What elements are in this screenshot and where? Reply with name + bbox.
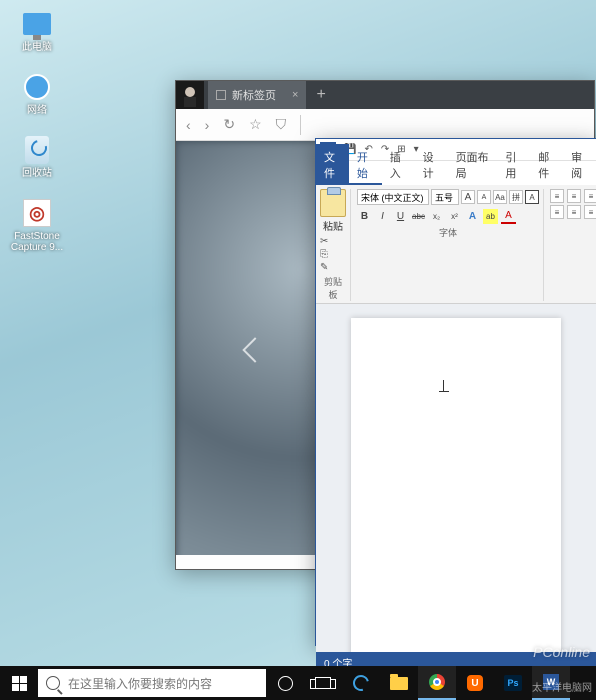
word-window[interactable]: W 💾 ↶ ↷ ⊞ ▾ 文件 开始 插入 设计 页面布局 引用 邮件 审阅 粘贴 [315, 138, 596, 646]
ribbon-group-font: 宋体 (中文正文) 五号 A A Aa 拼 A B I U abc x₂ [357, 189, 544, 301]
underline-button[interactable]: U [393, 209, 408, 224]
italic-button[interactable]: I [375, 209, 390, 224]
paste-label: 粘贴 [323, 218, 343, 233]
browser-toolbar: ‹ › ↻ ☆ ⛉ [176, 109, 594, 141]
edge-icon [350, 672, 372, 694]
group-label-font: 字体 [439, 226, 457, 239]
forward-button[interactable]: › [205, 117, 210, 133]
tab-review[interactable]: 审阅 [563, 144, 596, 185]
format-painter-button[interactable]: ✎ [320, 262, 328, 273]
cortana-button[interactable] [266, 666, 304, 700]
phonetic-guide-button[interactable]: 拼 [509, 190, 523, 204]
ribbon: 粘贴 ✂ ⎘ ✎ 剪贴板 宋体 (中文正文) 五号 A A [316, 185, 596, 304]
text-effects-button[interactable]: A [465, 209, 480, 224]
document-area[interactable] [316, 304, 596, 652]
tab-references[interactable]: 引用 [497, 144, 530, 185]
start-button[interactable] [0, 666, 38, 700]
browser-tabstrip: 新标签页 × + [176, 81, 594, 109]
desktop-icon-label: 回收站 [22, 168, 52, 179]
pc-icon [23, 13, 51, 35]
taskbar: 在这里输入你要搜索的内容 U Ps W 太平洋电脑网 [0, 666, 596, 700]
multilevel-list-button[interactable]: ≡ [584, 189, 596, 203]
ribbon-group-clipboard: 粘贴 ✂ ⎘ ✎ 剪贴板 [320, 189, 351, 301]
strikethrough-button[interactable]: abc [411, 209, 426, 224]
desktop-icons: 此电脑 网络 回收站 ◎ FastStone Capture 9... [10, 8, 64, 253]
tab-file[interactable]: 文件 [316, 144, 349, 185]
uc-browser-icon: U [467, 675, 483, 691]
numbering-button[interactable]: ≡ [567, 189, 581, 203]
tab-layout[interactable]: 页面布局 [448, 144, 498, 185]
change-case-button[interactable]: Aa [493, 190, 507, 204]
font-name-select[interactable]: 宋体 (中文正文) [357, 189, 429, 205]
subscript-button[interactable]: x₂ [429, 209, 444, 224]
new-tab-button[interactable]: + [306, 86, 335, 104]
desktop-icon-label: FastStone Capture 9... [10, 231, 64, 253]
text-cursor [439, 380, 449, 392]
desktop-icon-network[interactable]: 网络 [10, 71, 64, 116]
desktop-icon-label: 此电脑 [22, 42, 52, 53]
chrome-icon [429, 674, 445, 690]
highlight-button[interactable]: ab [483, 209, 498, 224]
profile-avatar[interactable] [176, 81, 204, 109]
task-view-button[interactable] [304, 666, 342, 700]
network-icon [24, 74, 50, 100]
faststone-icon: ◎ [23, 199, 51, 227]
align-left-button[interactable]: ≡ [550, 205, 564, 219]
cortana-icon [278, 676, 293, 691]
back-button[interactable]: ‹ [186, 117, 191, 133]
shield-icon[interactable]: ⛉ [276, 116, 287, 133]
desktop-icon-this-pc[interactable]: 此电脑 [10, 8, 64, 53]
paste-button[interactable]: 粘贴 [320, 189, 346, 233]
char-border-button[interactable]: A [525, 190, 539, 204]
desktop-icon-faststone[interactable]: ◎ FastStone Capture 9... [10, 197, 64, 253]
tab-title: 新标签页 [232, 87, 276, 103]
carousel-prev-icon[interactable] [246, 341, 274, 369]
grow-font-button[interactable]: A [461, 190, 475, 204]
tab-home[interactable]: 开始 [349, 144, 382, 185]
tab-mailings[interactable]: 邮件 [530, 144, 563, 185]
search-placeholder: 在这里输入你要搜索的内容 [68, 675, 212, 692]
address-bar[interactable] [300, 115, 584, 135]
bold-button[interactable]: B [357, 209, 372, 224]
document-page[interactable] [351, 318, 561, 652]
windows-logo-icon [12, 676, 27, 691]
task-view-icon [315, 677, 331, 689]
reload-button[interactable]: ↻ [223, 116, 235, 133]
folder-icon [390, 677, 408, 690]
taskbar-uc-browser[interactable]: U [456, 666, 494, 700]
search-icon [46, 676, 60, 690]
ribbon-tabs: 文件 开始 插入 设计 页面布局 引用 邮件 审阅 [316, 161, 596, 185]
copy-button[interactable]: ⎘ [320, 249, 328, 260]
home-button[interactable]: ☆ [249, 116, 262, 133]
align-right-button[interactable]: ≡ [584, 205, 596, 219]
desktop: 此电脑 网络 回收站 ◎ FastStone Capture 9... 新标签页… [0, 0, 596, 700]
align-center-button[interactable]: ≡ [567, 205, 581, 219]
superscript-button[interactable]: x² [447, 209, 462, 224]
desktop-icon-recycle-bin[interactable]: 回收站 [10, 134, 64, 179]
bullets-button[interactable]: ≡ [550, 189, 564, 203]
desktop-icon-label: 网络 [27, 105, 47, 116]
watermark-sub: 太平洋电脑网 [532, 679, 592, 694]
recycle-bin-icon [25, 136, 49, 164]
taskbar-search[interactable]: 在这里输入你要搜索的内容 [38, 669, 266, 697]
taskbar-photoshop[interactable]: Ps [494, 666, 532, 700]
taskbar-edge[interactable] [342, 666, 380, 700]
font-color-button[interactable]: A [501, 209, 516, 224]
browser-tab[interactable]: 新标签页 × [208, 81, 306, 109]
font-size-select[interactable]: 五号 [431, 189, 459, 205]
paste-icon [320, 189, 346, 217]
page-icon [216, 90, 226, 100]
watermark: PConline [533, 644, 590, 660]
taskbar-chrome[interactable] [418, 666, 456, 700]
taskbar-items: U Ps W [266, 666, 570, 700]
close-tab-icon[interactable]: × [292, 89, 298, 101]
ribbon-group-paragraph: ≡ ≡ ≡ ≡ ≡ ≡ [550, 189, 596, 301]
photoshop-icon: Ps [504, 675, 522, 691]
group-label-clipboard: 剪贴板 [320, 275, 346, 301]
tab-insert[interactable]: 插入 [382, 144, 415, 185]
cut-button[interactable]: ✂ [320, 236, 328, 247]
shrink-font-button[interactable]: A [477, 190, 491, 204]
taskbar-explorer[interactable] [380, 666, 418, 700]
tab-design[interactable]: 设计 [415, 144, 448, 185]
